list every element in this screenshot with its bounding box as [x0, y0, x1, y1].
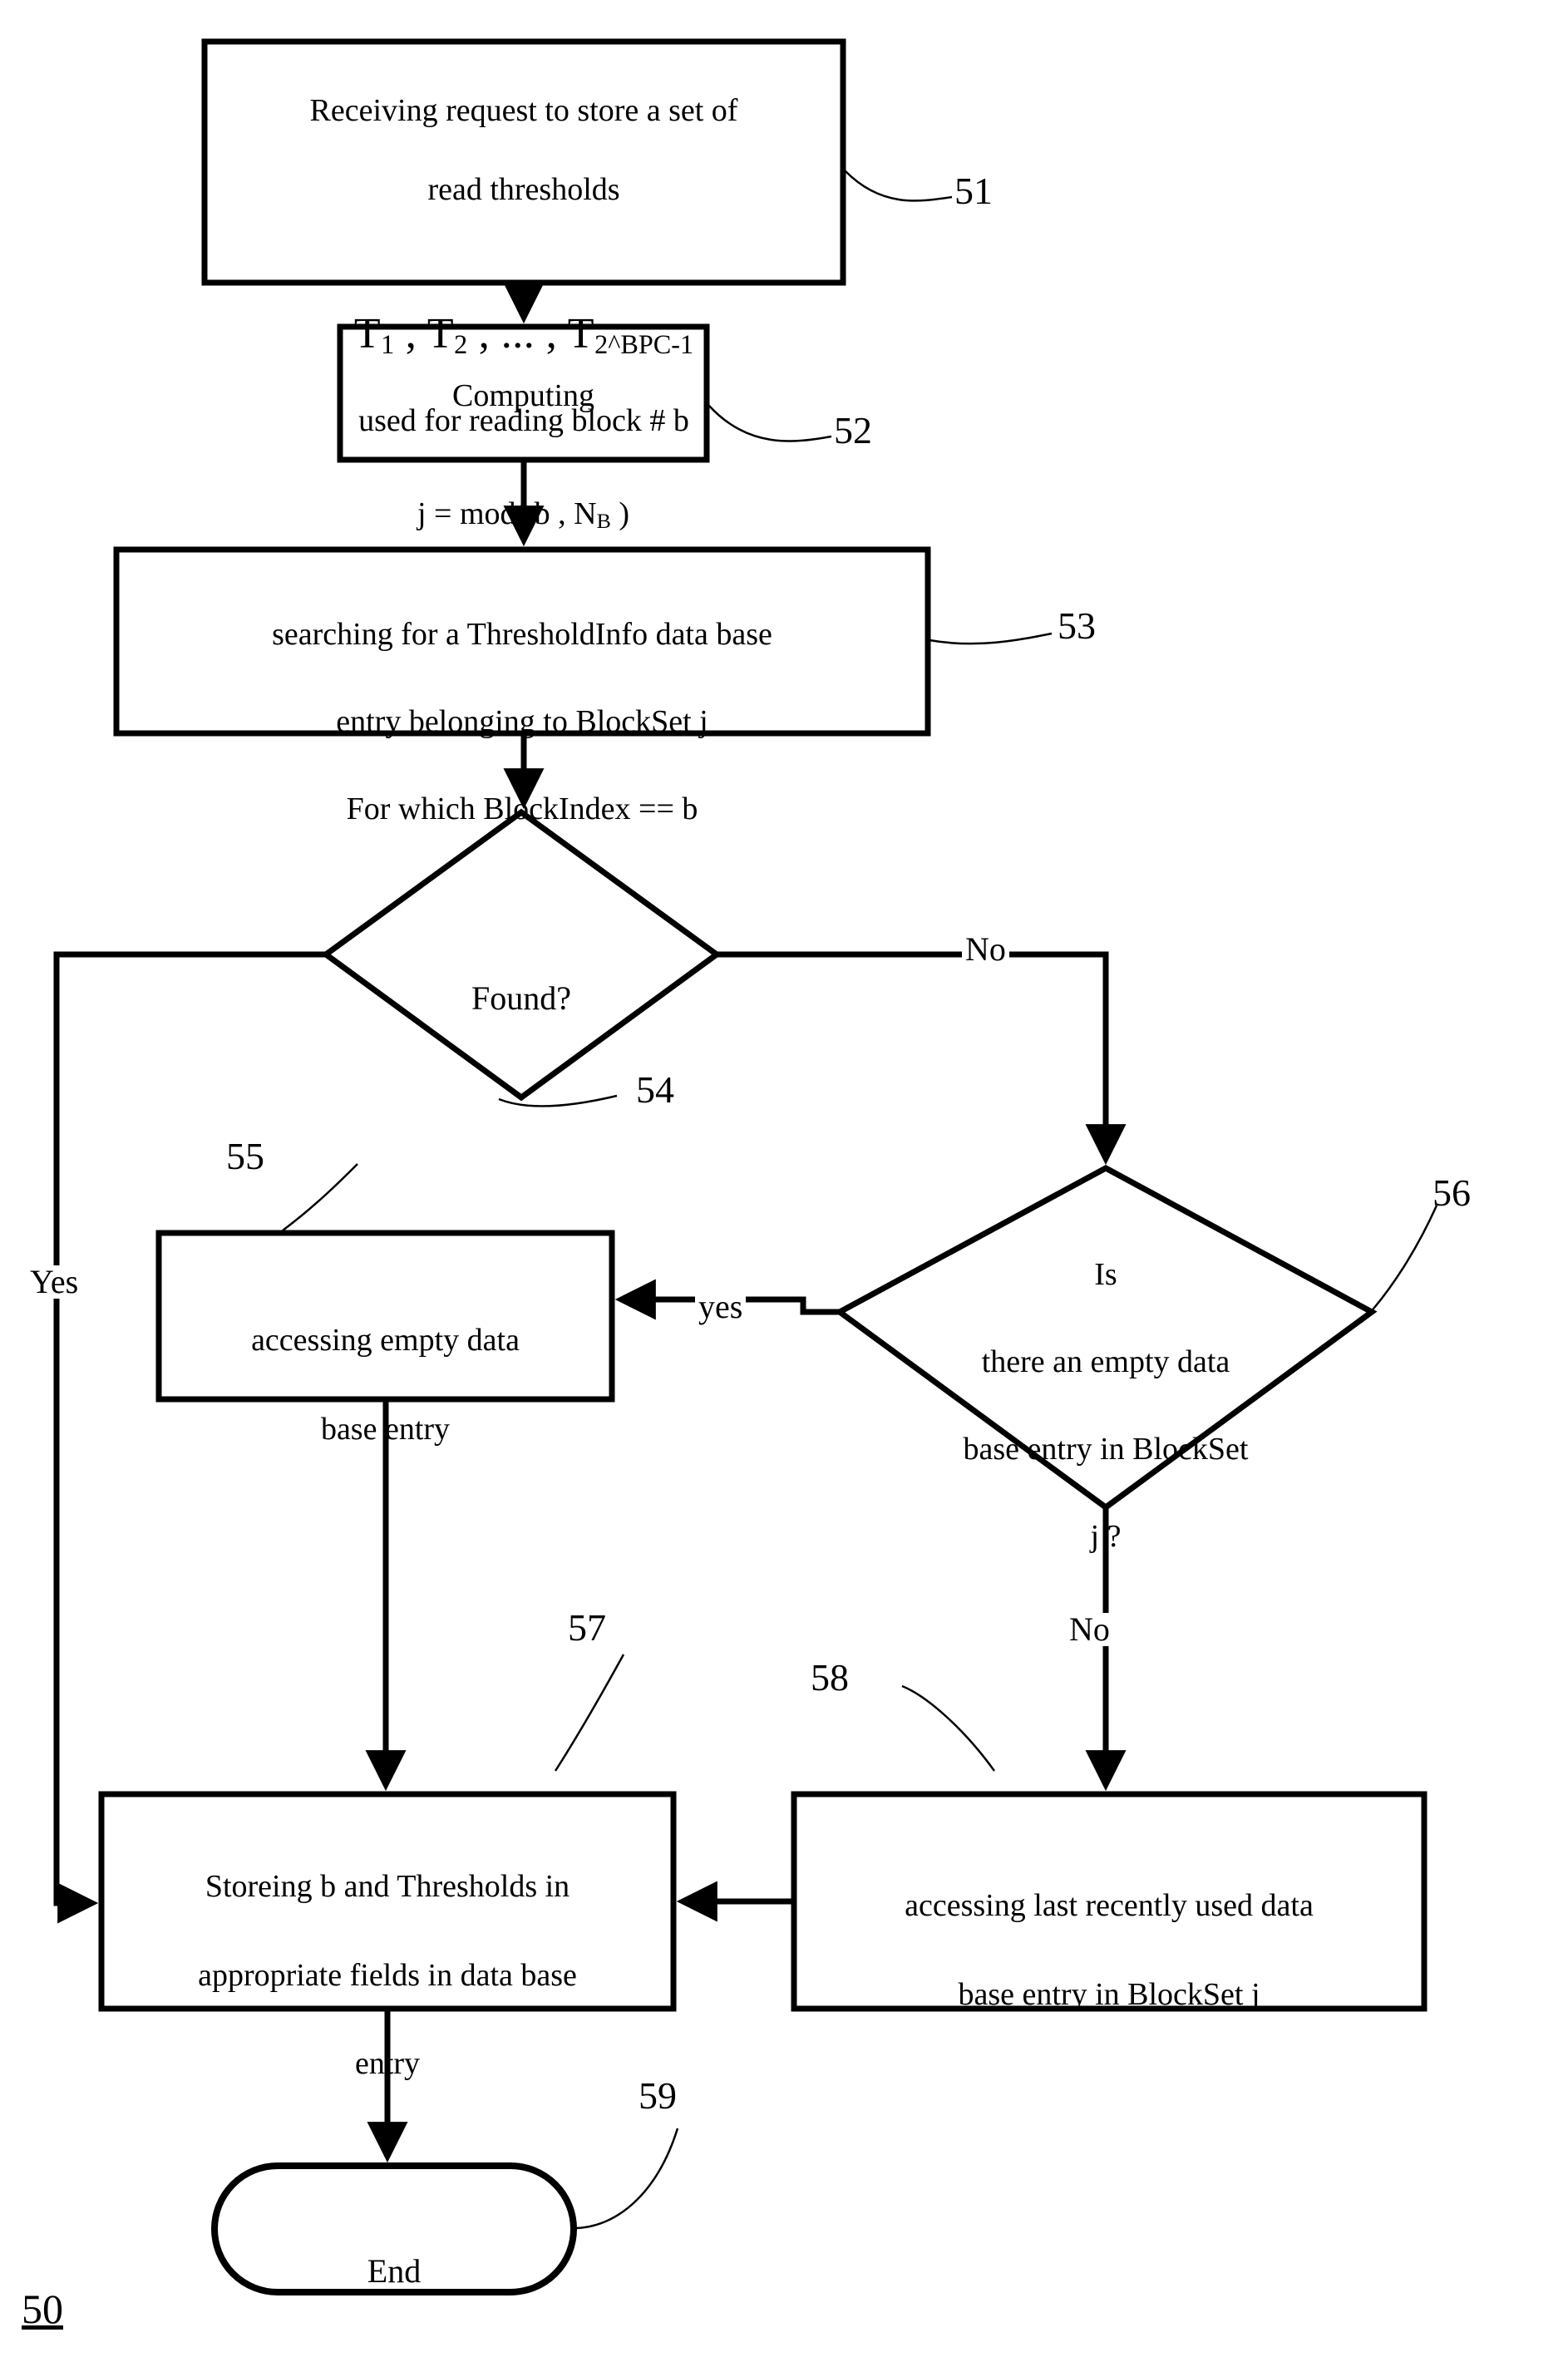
- computing-line-1: Computing: [451, 377, 595, 413]
- ref-56-text: 56: [1432, 1171, 1471, 1214]
- is-empty-line-2: there an empty data: [981, 1344, 1230, 1380]
- searching-line-2: entry belonging to BlockSet j: [336, 704, 708, 740]
- node-label-found: Found?: [376, 936, 667, 1019]
- found-text: Found?: [471, 979, 571, 1017]
- receive-line-2: read thresholds: [427, 171, 620, 207]
- storing-line-3: entry: [354, 2045, 421, 2081]
- found-no-text: No: [965, 930, 1006, 968]
- access-lru-line-2: base entry in BlockSet j: [958, 1976, 1260, 2012]
- node-label-searching: searching for a ThresholdInfo data base …: [125, 570, 920, 875]
- edge-label-found-no: No: [962, 933, 1009, 966]
- storing-line-1: Storeing b and Thresholds in: [205, 1869, 570, 1905]
- ref-51-text: 51: [954, 170, 993, 212]
- leader-line-53: [929, 632, 1053, 645]
- ref-54-text: 54: [636, 1068, 674, 1111]
- ref-55-text: 55: [226, 1135, 264, 1177]
- is-empty-yes-text: yes: [698, 1288, 743, 1325]
- leader-line-55: [282, 1163, 358, 1231]
- storing-line-2: appropriate fields in data base: [198, 1957, 577, 1993]
- ref-number-54: 54: [636, 1071, 674, 1109]
- access-empty-line-1: accessing empty data: [251, 1323, 520, 1359]
- is-empty-no-text: No: [1069, 1610, 1110, 1648]
- flowchart-figure: Receiving request to store a set of read…: [0, 0, 1568, 2362]
- ref-53-text: 53: [1058, 604, 1096, 647]
- ref-59-text: 59: [639, 2074, 677, 2117]
- ref-number-56: 56: [1432, 1174, 1471, 1212]
- ref-52-text: 52: [834, 409, 872, 451]
- leader-line-56: [1361, 1205, 1438, 1323]
- node-label-storing: Storeing b and Thresholds in appropriate…: [106, 1821, 669, 2130]
- is-empty-line-4: j ?: [1090, 1519, 1122, 1555]
- figure-id-text: 50: [22, 2286, 63, 2332]
- edge-label-is-empty-no: No: [1066, 1613, 1113, 1646]
- node-label-is-empty: Is there an empty data base entry in Blo…: [885, 1210, 1326, 1602]
- computing-formula-rhs: ): [610, 496, 630, 531]
- ref-57-text: 57: [568, 1606, 606, 1649]
- end-text: End: [367, 2252, 422, 2290]
- edge-found-no-to-is-empty: [717, 951, 1127, 1166]
- ref-number-57: 57: [568, 1609, 606, 1647]
- edge-label-found-yes: Yes: [27, 1263, 82, 1300]
- node-label-computing: Computing j = mod( b , NB ): [342, 337, 705, 574]
- access-empty-line-2: base entry: [320, 1411, 451, 1447]
- node-label-access-empty: accessing empty data base entry: [163, 1275, 608, 1496]
- ref-number-59: 59: [639, 2077, 677, 2115]
- ref-number-55: 55: [226, 1137, 264, 1176]
- found-yes-text: Yes: [30, 1263, 79, 1300]
- ref-number-58: 58: [811, 1659, 849, 1697]
- computing-formula: j = mod( b , NB ): [342, 456, 705, 535]
- receive-line-1: Receiving request to store a set of: [309, 92, 738, 128]
- access-lru-line-1: accessing last recently used data: [905, 1888, 1314, 1924]
- edge-label-is-empty-yes: yes: [695, 1288, 747, 1325]
- ref-58-text: 58: [811, 1656, 849, 1699]
- is-empty-line-3: base entry in BlockSet: [963, 1432, 1249, 1467]
- is-empty-line-1: Is: [1094, 1257, 1117, 1293]
- node-label-access-lru: accessing last recently used data base e…: [798, 1840, 1420, 2061]
- ref-number-53: 53: [1058, 607, 1096, 645]
- figure-id-label: 50: [22, 2288, 63, 2330]
- searching-line-1: searching for a ThresholdInfo data base: [272, 617, 772, 653]
- leader-line-58: [901, 1684, 996, 1772]
- node-label-end: End: [214, 2209, 574, 2292]
- ref-number-52: 52: [834, 412, 872, 450]
- computing-formula-sub: B: [596, 509, 611, 534]
- leader-line-59: [573, 2128, 679, 2230]
- leader-line-51: [844, 170, 953, 202]
- computing-formula-lhs: j = mod( b , N: [417, 496, 597, 531]
- leader-line-57: [554, 1654, 625, 1772]
- ref-number-51: 51: [954, 172, 993, 210]
- searching-line-3: For which BlockIndex == b: [346, 791, 698, 827]
